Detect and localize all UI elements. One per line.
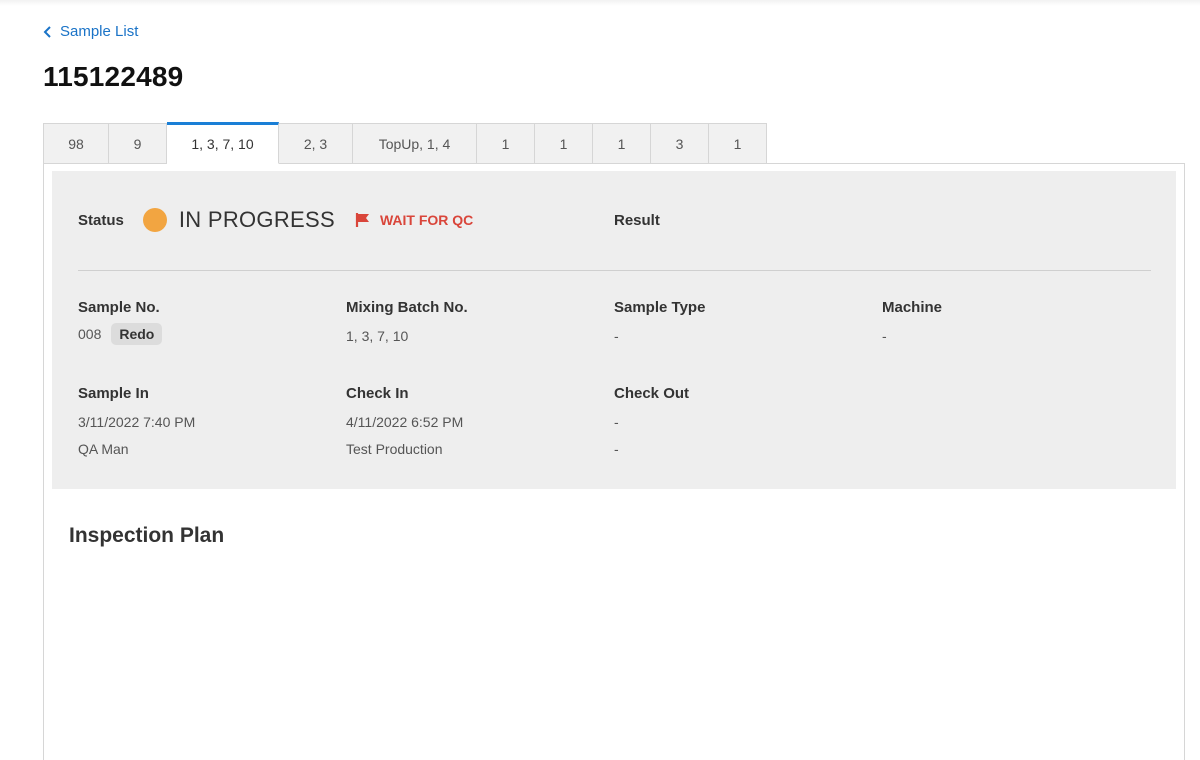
check-in-time: 4/11/2022 6:52 PM [346,414,464,430]
qc-flag: WAIT FOR QC [355,212,473,228]
back-link-label: Sample List [60,23,139,40]
check-out-label: Check Out [614,385,690,402]
status-dot-icon [142,208,167,232]
status-label: Status [78,211,124,229]
mixing-batch-field: Mixing Batch No. 1, 3, 7, 10 [346,299,468,344]
check-out-user: - [614,441,619,457]
tab-8[interactable]: 1 [593,123,651,164]
top-shadow [0,0,1200,6]
check-out-field: Check Out - - [614,385,689,457]
check-out-time: - [614,414,619,430]
sample-in-user: QA Man [78,441,129,457]
sample-detail-panel: Status IN PROGRESS WAIT FOR QC Result Sa… [43,163,1185,760]
status-value: IN PROGRESS [178,207,335,232]
sample-no-value: 008 [78,326,102,342]
machine-field: Machine - [882,299,942,344]
tab-9[interactable]: 3 [651,123,709,164]
page-title: 115122489 [43,61,184,92]
flag-icon [355,213,369,227]
result-label: Result [614,212,660,229]
tab-6[interactable]: 1 [477,123,535,164]
sample-no-label: Sample No. [78,299,160,316]
machine-value: - [882,328,887,344]
sample-in-field: Sample In 3/11/2022 7:40 PM QA Man [78,385,195,457]
sample-no-field: Sample No. 008 Redo [78,299,163,345]
batch-tabs: 98 9 1, 3, 7, 10 2, 3 TopUp, 1, 411131 [43,122,767,164]
tab-4[interactable]: 2, 3 [279,123,353,164]
tab-3[interactable]: 1, 3, 7, 10 [167,122,279,164]
divider [78,270,1151,271]
check-in-field: Check In 4/11/2022 6:52 PM Test Producti… [346,385,463,457]
mixing-batch-value: 1, 3, 7, 10 [346,328,409,344]
redo-badge: Redo [111,323,163,345]
back-to-sample-list-link[interactable]: Sample List [43,23,138,40]
tab-7[interactable]: 1 [535,123,593,164]
tab-5[interactable]: TopUp, 1, 4 [353,123,477,164]
status-row: Status IN PROGRESS WAIT FOR QC [78,207,473,233]
tab-1[interactable]: 98 [43,123,109,164]
sample-in-label: Sample In [78,385,149,402]
inspection-plan-heading: Inspection Plan [69,524,225,547]
mixing-batch-label: Mixing Batch No. [346,299,468,316]
sample-type-field: Sample Type - [614,299,705,344]
sample-type-value: - [614,328,619,344]
chevron-left-icon [43,25,51,38]
check-in-user: Test Production [346,441,443,457]
sample-in-time: 3/11/2022 7:40 PM [78,414,196,430]
machine-label: Machine [882,299,943,316]
tab-2[interactable]: 9 [109,123,167,164]
flag-label: WAIT FOR QC [379,212,474,228]
sample-info-card: Status IN PROGRESS WAIT FOR QC Result Sa… [52,171,1176,489]
tab-10[interactable]: 1 [709,123,767,164]
check-in-label: Check In [346,385,409,402]
sample-type-label: Sample Type [614,299,706,316]
